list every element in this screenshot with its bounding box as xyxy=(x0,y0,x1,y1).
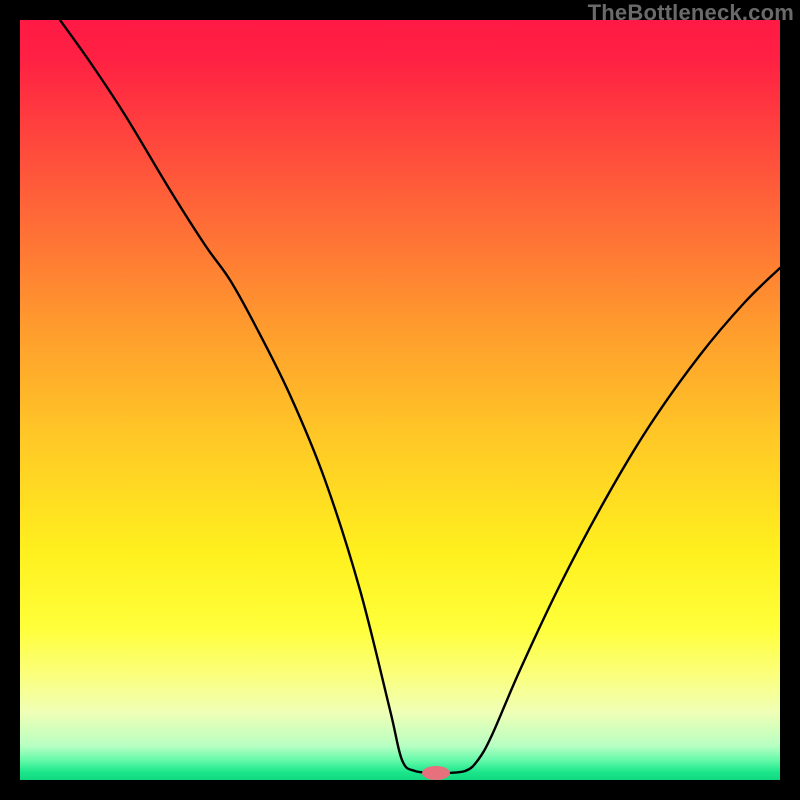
plot-area xyxy=(20,20,780,780)
optimum-marker xyxy=(422,766,450,780)
plot-svg xyxy=(20,20,780,780)
chart-frame: TheBottleneck.com xyxy=(0,0,800,800)
